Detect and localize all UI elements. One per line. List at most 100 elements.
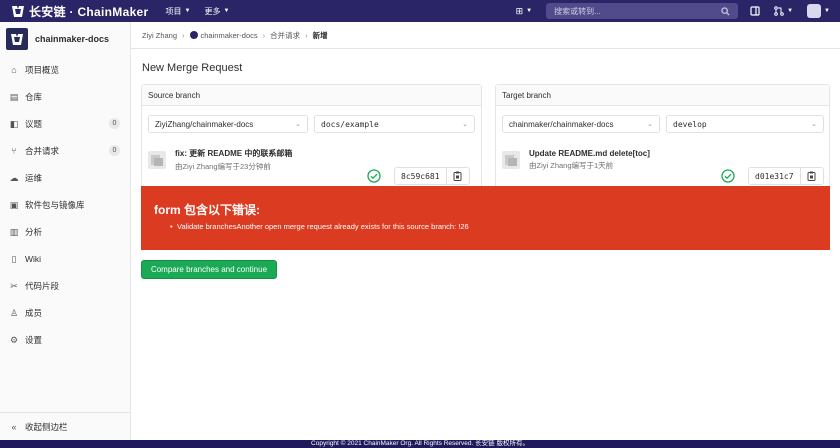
sidebar-item-merge-requests[interactable]: ⑂ 合并请求 0 [0, 137, 130, 164]
compare-branches-button[interactable]: Compare branches and continue [141, 260, 277, 279]
plus-square-icon: ⊞ [515, 5, 524, 16]
copy-sha-button[interactable] [447, 168, 469, 184]
merge-requests-count-badge: 0 [109, 145, 120, 156]
check-circle-icon [367, 169, 381, 183]
error-alert: form 包含以下错误: • Validate branchesAnother … [141, 186, 830, 250]
target-project-dropdown[interactable]: chainmaker/chainmaker-docs ⌄ [502, 115, 660, 133]
sidebar-item-issues[interactable]: ◧ 议题 0 [0, 110, 130, 137]
sidebar-item-analytics[interactable]: ▥ 分析 [0, 218, 130, 245]
project-avatar [6, 28, 28, 50]
top-nav: 项目 ▼ 更多 ▼ [166, 6, 244, 17]
user-menu[interactable]: ▼ [807, 4, 830, 18]
merge-icon [774, 6, 784, 16]
chevron-down-icon: ▼ [824, 8, 830, 14]
chevron-down-icon: ⌄ [462, 121, 468, 128]
sidebar-item-repository[interactable]: ▤ 仓库 [0, 83, 130, 110]
sidebar-item-snippets[interactable]: ✂ 代码片段 [0, 272, 130, 299]
logo-icon [12, 5, 24, 17]
copy-sha-button[interactable] [801, 168, 823, 184]
nav-more-label: 更多 [204, 6, 221, 16]
nav-projects-label: 项目 [165, 6, 182, 16]
source-commit-info: fix: 更新 README 中的联系邮箱 由Ziyi Zhang编写于23分钟… [175, 148, 292, 172]
sidebar-item-label: 代码片段 [25, 280, 60, 291]
chevron-down-icon: ⌄ [295, 121, 301, 128]
sidebar-item-label: 分析 [25, 226, 43, 237]
sidebar-item-members[interactable]: ♙ 成员 [0, 299, 130, 326]
target-branch-dropdown[interactable]: develop ⌄ [666, 115, 824, 133]
sidebar-item-settings[interactable]: ⚙ 设置 [0, 326, 130, 353]
double-chevron-left-icon: « [11, 421, 17, 432]
project-name: chainmaker-docs [35, 34, 110, 44]
merge-requests-nav-button[interactable]: ▼ [774, 6, 793, 16]
footer-copyright: Copyright © 2021 ChainMaker Org. All Rig… [0, 440, 840, 448]
sidebar-item-label: 运维 [25, 172, 43, 183]
source-project-dropdown[interactable]: ZiyiZhang/chainmaker-docs ⌄ [148, 115, 308, 133]
sidebar-item-packages[interactable]: ▣ 软件包与镜像库 [0, 191, 130, 218]
target-commit-sha[interactable]: d01e31c7 [749, 168, 801, 184]
collapse-sidebar-button[interactable]: « 收起侧边栏 [0, 412, 131, 440]
chevron-down-icon: ⌄ [647, 121, 653, 128]
sidebar-item-overview[interactable]: ⌂ 项目概览 [0, 56, 130, 83]
chevron-right-icon: › [182, 30, 185, 40]
target-branch-value: develop [673, 119, 707, 129]
page-title: New Merge Request [142, 62, 243, 74]
search-icon [721, 6, 730, 16]
breadcrumb-current: 新增 [312, 30, 328, 40]
project-dot-icon [189, 31, 198, 39]
brand-name: 长安链 · ChainMaker [29, 4, 149, 19]
chevron-down-icon: ▼ [787, 8, 794, 14]
source-commit-title[interactable]: fix: 更新 README 中的联系邮箱 [175, 148, 292, 159]
chevron-down-icon: ▼ [223, 8, 230, 14]
clipboard-icon [807, 171, 816, 181]
source-branch-panel: Source branch ZiyiZhang/chainmaker-docs ⌄… [141, 84, 482, 198]
check-circle-icon [721, 169, 735, 183]
rocket-icon: ☁ [9, 172, 19, 183]
merge-icon: ⑂ [11, 145, 17, 156]
issues-icon: ◧ [9, 118, 19, 129]
search-placeholder: 搜索或转到... [554, 6, 601, 16]
package-icon: ▣ [9, 199, 19, 210]
source-sha-group: 8c59c681 [394, 167, 470, 185]
source-branch-value: docs/example [321, 119, 379, 129]
search-input[interactable]: 搜索或转到... [546, 3, 739, 19]
breadcrumb-project[interactable]: chainmaker-docs [201, 31, 258, 40]
target-commit-meta: 由Ziyi Zhang编写于1天前 [529, 161, 614, 170]
commit-author-avatar [148, 151, 166, 169]
target-commit-title[interactable]: Update README.md delete[toc] [529, 149, 650, 158]
source-project-value: ZiyiZhang/chainmaker-docs [155, 119, 254, 129]
sidebar-item-label: 软件包与镜像库 [25, 199, 85, 210]
new-item-button[interactable]: ⊞ ▼ [516, 6, 533, 17]
target-commit-info: Update README.md delete[toc] 由Ziyi Zhang… [529, 149, 650, 171]
scissors-icon: ✂ [10, 280, 18, 291]
book-icon: ▯ [11, 253, 17, 264]
collapse-sidebar-label: 收起侧边栏 [25, 421, 68, 432]
sidebar-item-operations[interactable]: ☁ 运维 [0, 164, 130, 191]
avatar-placeholder-icon [151, 155, 163, 166]
sidebar-item-label: 仓库 [25, 91, 43, 102]
target-sha-group: d01e31c7 [748, 167, 824, 185]
breadcrumb-merge-requests[interactable]: 合并请求 [270, 30, 300, 41]
avatar [807, 4, 822, 18]
source-branch-header: Source branch [142, 85, 481, 106]
source-commit-sha[interactable]: 8c59c681 [395, 168, 447, 184]
source-branch-dropdown[interactable]: docs/example ⌄ [314, 115, 475, 133]
project-logo-icon [11, 33, 23, 45]
nav-more-menu[interactable]: 更多 ▼ [204, 6, 229, 17]
chart-icon: ▥ [9, 226, 19, 237]
main-content: Ziyi Zhang › chainmaker-docs › 合并请求 › 新增… [131, 22, 840, 440]
issues-icon [750, 6, 760, 16]
sidebar-item-wiki[interactable]: ▯ Wiki [0, 245, 130, 272]
doc-icon: ▤ [9, 91, 19, 102]
sidebar-project-header[interactable]: chainmaker-docs [0, 22, 130, 56]
commit-author-avatar [502, 151, 520, 169]
sidebar-item-label: 议题 [25, 118, 43, 129]
clipboard-icon [453, 171, 462, 181]
brand-logo[interactable]: 长安链 · ChainMaker [11, 3, 149, 20]
chevron-down-icon: ▼ [184, 8, 191, 14]
breadcrumb-user[interactable]: Ziyi Zhang [142, 31, 177, 40]
breadcrumb: Ziyi Zhang › chainmaker-docs › 合并请求 › 新增 [131, 22, 840, 49]
issues-nav-button[interactable] [750, 6, 760, 16]
sidebar-item-label: 设置 [25, 334, 43, 345]
nav-projects-menu[interactable]: 项目 ▼ [166, 6, 191, 17]
home-icon: ⌂ [11, 64, 17, 75]
